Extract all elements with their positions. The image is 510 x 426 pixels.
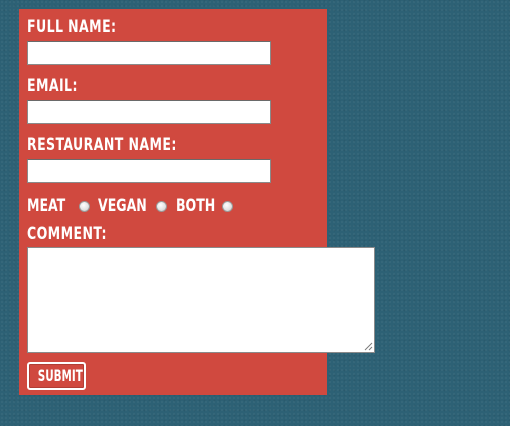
email-input[interactable] bbox=[27, 100, 271, 124]
radio-label-vegan: VEGAN bbox=[98, 196, 147, 216]
restaurant-name-label: RESTAURANT NAME: bbox=[27, 135, 177, 155]
radio-meat[interactable] bbox=[79, 200, 90, 212]
full-name-label: FULL NAME: bbox=[27, 17, 117, 37]
email-label: EMAIL: bbox=[27, 76, 78, 96]
radio-vegan[interactable] bbox=[156, 200, 167, 212]
radio-label-meat: MEAT bbox=[27, 196, 66, 216]
submit-button-label: SUBMIT bbox=[37, 366, 83, 385]
comment-textarea[interactable] bbox=[27, 247, 375, 353]
radio-both[interactable] bbox=[222, 200, 233, 212]
diet-radio-group: MEAT VEGAN BOTH bbox=[27, 196, 233, 216]
comment-label: COMMENT: bbox=[27, 224, 107, 244]
restaurant-name-input[interactable] bbox=[27, 159, 271, 183]
submit-button[interactable]: SUBMIT bbox=[27, 362, 86, 390]
signup-form: FULL NAME: EMAIL: RESTAURANT NAME: MEAT … bbox=[19, 9, 375, 395]
full-name-input[interactable] bbox=[27, 41, 271, 65]
radio-label-both: BOTH bbox=[176, 196, 216, 216]
